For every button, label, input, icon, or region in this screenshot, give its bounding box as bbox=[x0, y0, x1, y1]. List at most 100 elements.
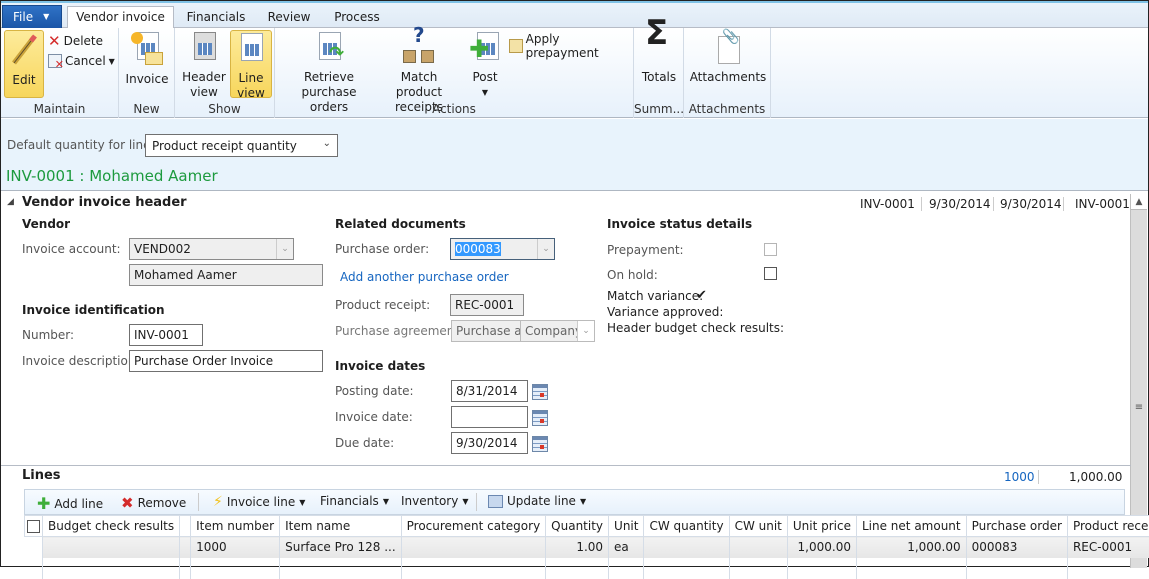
header-view-button[interactable]: Header view bbox=[180, 30, 228, 100]
tab-process[interactable]: Process bbox=[329, 7, 385, 30]
group-show: Header view Line view Show bbox=[175, 28, 275, 118]
plus-icon: ✚ bbox=[37, 494, 50, 513]
line-view-button[interactable]: Line view bbox=[230, 30, 272, 98]
column-header-item-name[interactable]: Item name bbox=[280, 516, 402, 537]
header-summary-date-2: 9/30/2014 bbox=[1000, 197, 1062, 211]
chevron-down-icon[interactable]: ⌄ bbox=[276, 239, 293, 259]
column-header-quantity[interactable]: Quantity bbox=[546, 516, 609, 537]
add-line-button[interactable]: ✚ Add line bbox=[37, 494, 103, 513]
dropdown-arrow-icon: ▼ bbox=[462, 497, 468, 506]
purchase-agreement-field: Purchase a bbox=[451, 320, 521, 342]
remove-button[interactable]: ✖ Remove bbox=[121, 494, 186, 512]
column-header-product-receipt[interactable]: Product receipt bbox=[1067, 516, 1149, 537]
table-row-empty[interactable] bbox=[25, 558, 1149, 579]
line-view-icon bbox=[235, 33, 267, 67]
related-documents-heading: Related documents bbox=[335, 217, 466, 231]
due-date-field[interactable]: 9/30/2014 bbox=[451, 432, 528, 454]
cell-unit[interactable]: ea bbox=[609, 537, 644, 558]
prepayment-label: Prepayment: bbox=[607, 243, 684, 257]
column-header-purchase-order[interactable]: Purchase order bbox=[966, 516, 1067, 537]
cell-purchase-order[interactable]: 000083 bbox=[966, 537, 1067, 558]
chevron-down-icon[interactable]: ⌄ bbox=[537, 239, 554, 259]
column-header-unit-price[interactable]: Unit price bbox=[787, 516, 856, 537]
cancel-document-icon: ✕ bbox=[48, 54, 62, 68]
cell-cw-quantity[interactable] bbox=[644, 537, 729, 558]
tab-vendor-invoice[interactable]: Vendor invoice bbox=[67, 6, 174, 30]
on-hold-label: On hold: bbox=[607, 268, 658, 282]
column-header-procurement-category[interactable]: Procurement category bbox=[401, 516, 546, 537]
posting-date-field[interactable]: 8/31/2014 bbox=[451, 380, 528, 402]
sigma-icon: Σ bbox=[643, 32, 675, 66]
cell-procurement-category[interactable] bbox=[401, 537, 546, 558]
calendar-icon[interactable] bbox=[532, 410, 548, 426]
post-button[interactable]: ✚ Post ▼ bbox=[465, 30, 505, 100]
group-attachments: 📎 Attachments Attachments bbox=[684, 28, 771, 118]
cell-cw-unit[interactable] bbox=[729, 537, 787, 558]
edit-button[interactable]: Edit bbox=[4, 30, 44, 98]
cell-unit-price[interactable]: 1,000.00 bbox=[787, 537, 856, 558]
purchase-order-label: Purchase order: bbox=[335, 242, 429, 256]
lines-toolbar: ✚ Add line ✖ Remove ⚡ Invoice line▼ Fina… bbox=[24, 489, 1125, 515]
new-invoice-button[interactable]: Invoice bbox=[124, 30, 170, 87]
vertical-scrollbar[interactable]: ▲ ≡ bbox=[1130, 194, 1147, 466]
ribbon: Edit ✕ Delete ✕ Cancel▼ Maintain Invoice… bbox=[1, 28, 1148, 118]
cell-quantity[interactable]: 1.00 bbox=[546, 537, 609, 558]
match-receipts-icon: ? bbox=[403, 32, 435, 66]
dropdown-arrow-icon: ▼ bbox=[580, 497, 586, 506]
invoice-identification-heading: Invoice identification bbox=[22, 303, 165, 317]
column-header-item-number[interactable]: Item number bbox=[191, 516, 280, 537]
select-all-checkbox[interactable] bbox=[25, 516, 43, 537]
purchase-order-field[interactable]: 000083 ⌄ bbox=[450, 238, 555, 260]
match-variance-label: Match variance: bbox=[607, 289, 703, 303]
cell-product-receipt[interactable]: REC-0001 bbox=[1067, 537, 1149, 558]
record-title: INV-0001 : Mohamed Aamer bbox=[6, 167, 218, 185]
cell-item-name[interactable]: Surface Pro 128 ... bbox=[280, 537, 402, 558]
column-header-cw-quantity[interactable]: CW quantity bbox=[644, 516, 729, 537]
default-quantity-select[interactable]: Product receipt quantity ⌄ bbox=[145, 134, 338, 157]
table-row[interactable]: 1000 Surface Pro 128 ... 1.00 ea 1,000.0… bbox=[25, 537, 1149, 558]
posting-date-label: Posting date: bbox=[335, 384, 414, 398]
financials-menu[interactable]: Financials▼ bbox=[320, 494, 389, 508]
group-summary: Σ Totals Summ... bbox=[634, 28, 684, 118]
tab-review[interactable]: Review bbox=[263, 7, 315, 30]
chevron-down-icon: ⌄ bbox=[577, 321, 594, 341]
column-header-line-net-amount[interactable]: Line net amount bbox=[856, 516, 966, 537]
invoice-status-heading: Invoice status details bbox=[607, 217, 752, 231]
attachments-button[interactable]: 📎 Attachments bbox=[687, 30, 769, 85]
delete-button[interactable]: ✕ Delete bbox=[48, 32, 103, 50]
number-label: Number: bbox=[22, 328, 74, 342]
product-receipt-field: REC-0001 bbox=[450, 294, 524, 316]
dropdown-arrow-icon: ▼ bbox=[109, 57, 115, 66]
ribbon-tab-bar: File▼ Vendor invoice Financials Review P… bbox=[1, 1, 1148, 28]
cell-line-net-amount[interactable]: 1,000.00 bbox=[856, 537, 966, 558]
totals-button[interactable]: Σ Totals bbox=[637, 30, 681, 85]
cancel-button[interactable]: ✕ Cancel▼ bbox=[48, 54, 115, 68]
update-line-menu[interactable]: Update line▼ bbox=[488, 494, 586, 508]
collapse-triangle-icon[interactable]: ◢ bbox=[7, 197, 14, 207]
calendar-icon[interactable] bbox=[532, 384, 548, 400]
invoice-line-menu[interactable]: ⚡ Invoice line▼ bbox=[213, 494, 305, 510]
calendar-icon[interactable] bbox=[532, 436, 548, 452]
invoice-date-field[interactable] bbox=[451, 406, 528, 428]
apply-prepayment-button[interactable]: Apply prepayment bbox=[509, 32, 633, 60]
invoice-description-field[interactable]: Purchase Order Invoice bbox=[129, 350, 323, 372]
scroll-grip-icon[interactable]: ≡ bbox=[1131, 402, 1147, 413]
chevron-down-icon: ▼ bbox=[43, 12, 49, 21]
column-header-unit[interactable]: Unit bbox=[609, 516, 644, 537]
dropdown-arrow-icon: ▼ bbox=[465, 85, 505, 100]
invoice-number-field[interactable]: INV-0001 bbox=[129, 324, 203, 346]
scroll-up-icon[interactable]: ▲ bbox=[1131, 194, 1147, 210]
cell-item-number[interactable]: 1000 bbox=[191, 537, 280, 558]
add-another-purchase-order-link[interactable]: Add another purchase order bbox=[340, 270, 509, 284]
checkmark-icon: ✔ bbox=[696, 288, 707, 303]
group-new: Invoice New bbox=[119, 28, 175, 118]
inventory-menu[interactable]: Inventory▼ bbox=[401, 494, 468, 508]
column-header-cw-unit[interactable]: CW unit bbox=[729, 516, 787, 537]
on-hold-checkbox[interactable] bbox=[764, 267, 777, 280]
column-header-budget-check[interactable]: Budget check results bbox=[43, 516, 180, 537]
tab-financials[interactable]: Financials bbox=[181, 7, 251, 30]
file-menu-button[interactable]: File▼ bbox=[2, 5, 62, 29]
invoice-account-field[interactable]: VEND002 ⌄ bbox=[129, 238, 294, 260]
filter-bar: Default quantity for lines: Product rece… bbox=[1, 119, 1148, 191]
update-line-icon bbox=[488, 495, 503, 508]
